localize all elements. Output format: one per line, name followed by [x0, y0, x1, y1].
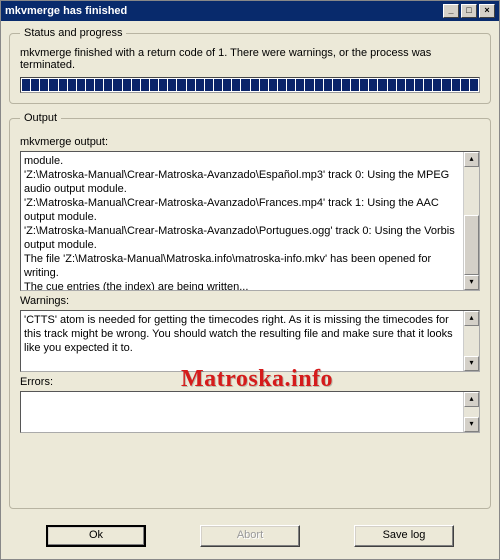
minimize-button[interactable]: _ — [443, 4, 459, 18]
scroll-down-icon[interactable]: ▾ — [464, 356, 479, 371]
status-message: mkvmerge finished with a return code of … — [20, 47, 480, 71]
scroll-thumb[interactable] — [464, 215, 479, 275]
errors-scrollbar[interactable]: ▴ ▾ — [463, 392, 479, 432]
scroll-track[interactable] — [464, 407, 479, 417]
output-scrollbar[interactable]: ▴ ▾ — [463, 152, 479, 290]
warnings-label: Warnings: — [20, 295, 480, 307]
output-textbox-wrap: module. 'Z:\Matroska-Manual\Crear-Matros… — [20, 151, 480, 291]
output-textbox[interactable]: module. 'Z:\Matroska-Manual\Crear-Matros… — [21, 152, 463, 290]
titlebar-buttons: _ □ × — [443, 4, 495, 18]
errors-label: Errors: — [20, 376, 480, 388]
button-row: Ok Abort Save log — [9, 517, 491, 551]
scroll-down-icon[interactable]: ▾ — [464, 275, 479, 290]
ok-button[interactable]: Ok — [46, 525, 146, 547]
save-log-button[interactable]: Save log — [354, 525, 454, 547]
scroll-up-icon[interactable]: ▴ — [464, 152, 479, 167]
window-title: mkvmerge has finished — [5, 5, 127, 17]
output-legend: Output — [20, 112, 61, 124]
warnings-textbox[interactable]: 'CTTS' atom is needed for getting the ti… — [21, 311, 463, 371]
warnings-scrollbar[interactable]: ▴ ▾ — [463, 311, 479, 371]
scroll-down-icon[interactable]: ▾ — [464, 417, 479, 432]
close-button[interactable]: × — [479, 4, 495, 18]
titlebar: mkvmerge has finished _ □ × — [1, 1, 499, 21]
status-group: Status and progress mkvmerge finished wi… — [9, 27, 491, 104]
progress-bar — [20, 77, 480, 93]
abort-button: Abort — [200, 525, 300, 547]
status-legend: Status and progress — [20, 27, 126, 39]
output-group: Output mkvmerge output: module. 'Z:\Matr… — [9, 112, 491, 509]
output-label: mkvmerge output: — [20, 136, 480, 148]
errors-textbox-wrap: ▴ ▾ — [20, 391, 480, 433]
scroll-track[interactable] — [464, 326, 479, 356]
warnings-textbox-wrap: 'CTTS' atom is needed for getting the ti… — [20, 310, 480, 372]
maximize-button[interactable]: □ — [461, 4, 477, 18]
scroll-up-icon[interactable]: ▴ — [464, 392, 479, 407]
dialog-window: mkvmerge has finished _ □ × Status and p… — [0, 0, 500, 560]
scroll-up-icon[interactable]: ▴ — [464, 311, 479, 326]
scroll-track[interactable] — [464, 167, 479, 275]
content-area: Status and progress mkvmerge finished wi… — [1, 21, 499, 559]
errors-textbox[interactable] — [21, 392, 463, 432]
